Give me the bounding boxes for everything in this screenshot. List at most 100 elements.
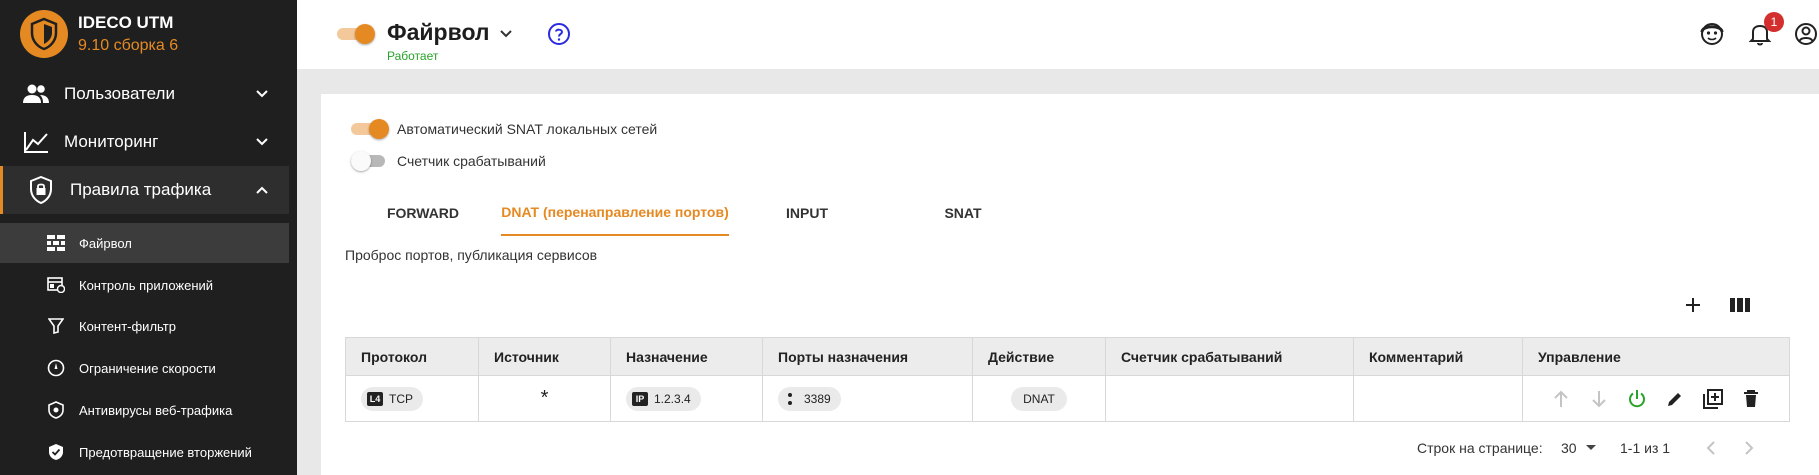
sidebar: IDECO UTM 9.10 сборка 6 Пользователи Мон… — [0, 0, 297, 475]
cell-hit-counter — [1105, 375, 1354, 422]
move-down-button[interactable] — [1586, 386, 1612, 412]
users-icon — [22, 80, 50, 108]
cell-source: * — [478, 375, 611, 422]
sidebar-item-speed-limit[interactable]: Ограничение скорости — [0, 348, 289, 388]
notification-badge: 1 — [1764, 12, 1784, 32]
rows-per-page-select[interactable]: 30 — [1561, 438, 1597, 458]
tab-snat[interactable]: SNAT — [885, 190, 1041, 236]
next-page-button[interactable] — [1743, 438, 1755, 458]
ip-icon: IP — [632, 391, 648, 406]
cell-destination: IP 1.2.3.4 — [610, 375, 763, 422]
auto-snat-toggle[interactable] — [351, 119, 389, 139]
destination-value: 1.2.3.4 — [654, 391, 691, 406]
column-header[interactable]: Действие — [972, 337, 1106, 376]
column-header[interactable]: Источник — [478, 337, 611, 376]
copy-add-icon — [1703, 388, 1723, 409]
main-card: Автоматический SNAT локальных сетей Счет… — [321, 94, 1819, 475]
status-text: Работает — [387, 49, 439, 63]
protocol-chip: L4 TCP — [361, 386, 423, 411]
virus-shield-icon — [46, 400, 66, 420]
delete-button[interactable] — [1738, 386, 1764, 412]
duplicate-button[interactable] — [1700, 386, 1726, 412]
speedometer-icon — [46, 358, 66, 378]
sidebar-item-content-filter[interactable]: Контент-фильтр — [0, 306, 289, 346]
sidebar-item-app-control[interactable]: Контроль приложений — [0, 265, 289, 305]
column-header[interactable]: Комментарий — [1353, 337, 1523, 376]
tab-forward[interactable]: FORWARD — [345, 190, 501, 236]
plus-icon — [1686, 298, 1700, 312]
sidebar-item-label: Предотвращение вторжений — [79, 444, 252, 460]
column-header: Управление — [1522, 337, 1790, 376]
filter-icon — [46, 316, 66, 336]
move-up-button[interactable] — [1548, 386, 1574, 412]
nav-group-label: Пользователи — [64, 84, 175, 103]
auto-snat-label: Автоматический SNAT локальных сетей — [397, 121, 658, 137]
sidebar-item-label: Файрвол — [79, 235, 132, 251]
pencil-icon — [1668, 392, 1681, 406]
account-icon[interactable] — [1793, 21, 1819, 47]
rows-per-page-label: Строк на странице: — [1417, 440, 1543, 456]
chart-line-icon — [22, 128, 50, 156]
hit-counter-label: Счетчик срабатываний — [397, 153, 546, 169]
nav-group-traffic-rules[interactable]: Правила трафика — [0, 166, 289, 214]
chevron-down-icon — [256, 90, 268, 98]
cell-comment — [1353, 375, 1523, 422]
option-hit-counter: Счетчик срабатываний — [351, 150, 546, 172]
toggle-rule-button[interactable] — [1624, 386, 1650, 412]
table-header-row: Протокол Источник Назначение Порты назна… — [345, 337, 1790, 376]
arrow-down-icon — [1592, 390, 1606, 407]
column-header[interactable]: Назначение — [610, 337, 763, 376]
support-icon[interactable] — [1699, 21, 1725, 47]
shield-check-icon — [46, 442, 66, 462]
port-icon — [788, 392, 792, 405]
ideco-logo-icon — [20, 10, 68, 58]
shield-lock-icon — [27, 176, 55, 204]
column-header[interactable]: Протокол — [345, 337, 479, 376]
chevron-down-icon[interactable] — [497, 24, 515, 42]
chevron-down-icon — [256, 138, 268, 146]
sidebar-item-label: Контент-фильтр — [79, 318, 176, 334]
rules-table: Протокол Источник Назначение Порты назна… — [345, 337, 1790, 422]
view-columns-icon — [1730, 298, 1750, 312]
trash-icon — [1744, 389, 1758, 407]
page-range: 1-1 из 1 — [1620, 440, 1671, 456]
rows-per-page-value: 30 — [1561, 440, 1577, 456]
sidebar-item-web-antivirus[interactable]: Антивирусы веб-трафика — [0, 390, 289, 430]
columns-button[interactable] — [1725, 290, 1755, 320]
tab-dnat[interactable]: DNAT (перенаправление портов) — [501, 190, 729, 236]
arrow-up-icon — [1554, 390, 1568, 407]
chevron-left-icon — [1706, 441, 1715, 455]
page-title: Файрвол — [387, 19, 490, 45]
cell-controls — [1522, 375, 1790, 422]
prev-page-button[interactable] — [1705, 438, 1717, 458]
column-header[interactable]: Порты назначения — [762, 337, 973, 376]
cell-protocol: L4 TCP — [345, 375, 479, 422]
help-icon[interactable] — [547, 22, 571, 46]
app-name: IDECO UTM — [78, 13, 174, 32]
protocol-value: TCP — [389, 391, 413, 406]
sidebar-item-label: Контроль приложений — [79, 277, 214, 293]
dropdown-arrow-icon — [1585, 445, 1596, 450]
nav-group-monitoring[interactable]: Мониторинг — [0, 118, 289, 166]
power-icon — [1629, 389, 1645, 407]
sidebar-item-label: Ограничение скорости — [79, 360, 216, 376]
tab-input[interactable]: INPUT — [729, 190, 885, 236]
chevron-up-icon — [256, 186, 268, 194]
edit-button[interactable] — [1662, 386, 1688, 412]
firewall-enable-toggle[interactable] — [337, 24, 375, 44]
sidebar-item-ips[interactable]: Предотвращение вторжений — [0, 432, 289, 472]
add-rule-button[interactable] — [1678, 290, 1708, 320]
destination-chip: IP 1.2.3.4 — [626, 386, 701, 411]
app-control-icon — [46, 275, 66, 295]
hit-counter-toggle[interactable] — [351, 151, 389, 171]
column-header[interactable]: Счетчик срабатываний — [1105, 337, 1354, 376]
firewall-icon — [46, 233, 66, 253]
table-row[interactable]: L4 TCP * IP 1.2.3.4 3389 DNAT — [345, 375, 1790, 422]
action-chip: DNAT — [1011, 386, 1067, 411]
header: Файрвол Работает 1 — [297, 0, 1819, 69]
nav-group-users[interactable]: Пользователи — [0, 70, 289, 118]
port-chip: 3389 — [778, 386, 841, 411]
sidebar-item-firewall[interactable]: Файрвол — [0, 223, 289, 263]
nav-group-label: Мониторинг — [64, 132, 159, 151]
cell-action: DNAT — [972, 375, 1106, 422]
